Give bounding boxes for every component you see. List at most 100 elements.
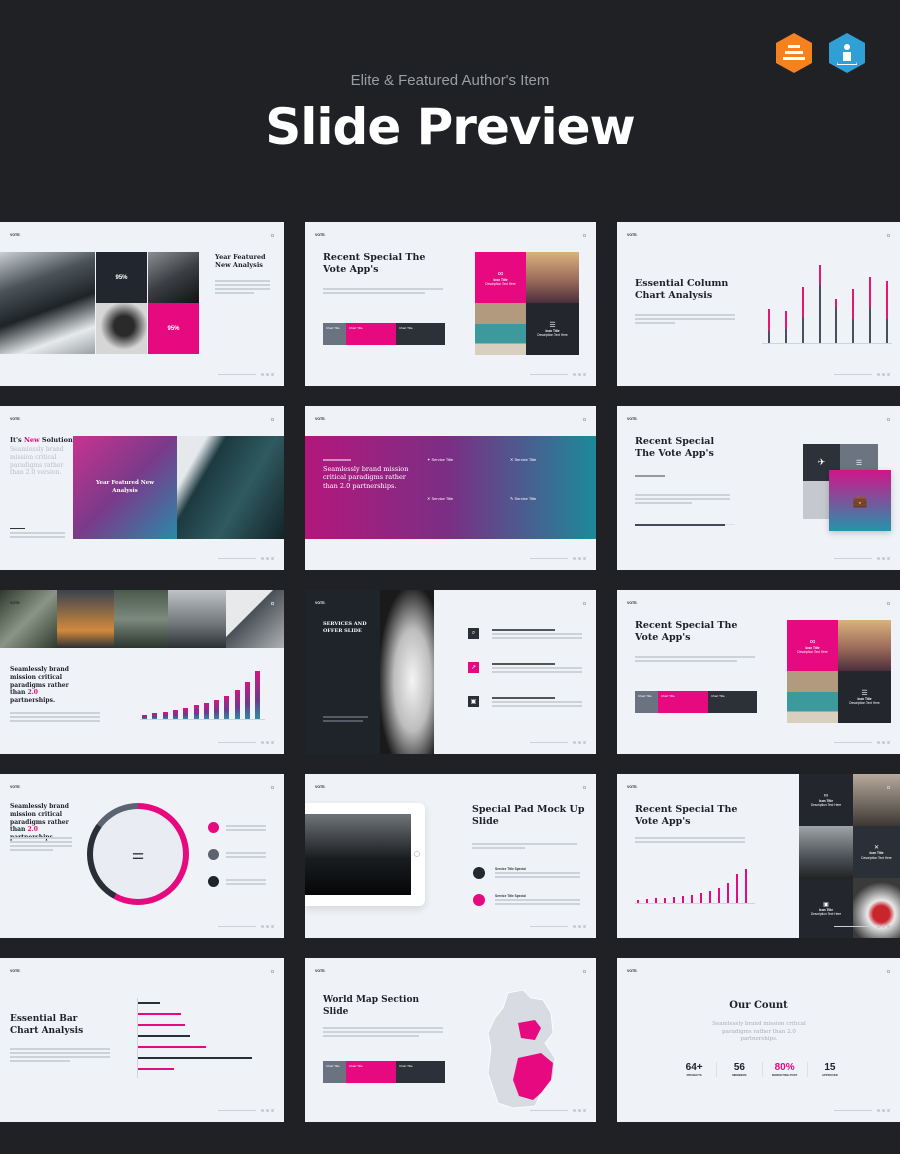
slide-bar-growth[interactable]: Seamlessly brand mission critical paradi… <box>0 590 284 754</box>
social-icon <box>583 925 586 928</box>
link-icon: ∞ <box>809 636 816 646</box>
small-bar <box>673 896 675 903</box>
car-photo <box>0 252 95 354</box>
page-title: Slide Preview <box>265 98 635 156</box>
social-icon <box>271 373 274 376</box>
slide-title: Seamlessly brand mission critical paradi… <box>10 666 69 705</box>
slide-bar-chart[interactable]: Essential Bar Chart Analysis VOTE. <box>0 958 284 1122</box>
social-icon <box>877 925 880 928</box>
slide-new-solutions[interactable]: It's New Solutions Seamlessly brand miss… <box>0 406 284 570</box>
search-icon[interactable]: ⌕ <box>468 628 479 639</box>
box-icon[interactable]: ▣ <box>468 696 479 707</box>
slide-title: Recent Special The Vote App's <box>635 620 738 644</box>
icon-tile-dark: ∞ Icon Title Description Text Here <box>799 774 853 826</box>
column-bar-base <box>801 317 804 343</box>
slide-number-icon <box>887 970 890 973</box>
brand-logo: VOTE. <box>627 601 638 605</box>
brand-logo: VOTE. <box>315 417 326 421</box>
social-icon <box>887 741 890 744</box>
slide-footer <box>834 1109 890 1112</box>
service-item: ✕ Service Title <box>510 457 537 462</box>
brand-logo: VOTE. <box>315 601 326 605</box>
slide-title: Our Count <box>729 1000 788 1011</box>
stats-row: 64+ PROJECTS 56 MEMBERS 80% MARKETING POST … <box>672 1062 852 1077</box>
slide-title: Essential Column Chart Analysis <box>635 278 729 302</box>
slide-ring[interactable]: Seamlessly brand mission critical paradi… <box>0 774 284 938</box>
social-icon <box>887 557 890 560</box>
slide-number-icon <box>271 970 274 973</box>
icon-tile-dark: ✕ Icon Title Description Text Here <box>853 826 900 878</box>
woman-photo <box>96 303 147 354</box>
chart-icon[interactable]: ↗ <box>468 662 479 673</box>
slide-title: Recent Special The Vote App's <box>635 436 715 460</box>
service-title: Service Title Special <box>495 867 526 871</box>
street-photo <box>799 826 853 879</box>
small-bar <box>691 894 693 903</box>
growth-bar <box>152 712 158 719</box>
slide-pad-mockup[interactable]: Special Pad Mock Up Slide Service Title … <box>305 774 596 938</box>
slide-services-band[interactable]: Seamlessly brand mission critical paradi… <box>305 406 596 570</box>
header-subtitle: Elite & Featured Author's Item <box>350 72 550 89</box>
column-bar-base <box>886 319 888 343</box>
slide-footer <box>218 557 274 560</box>
column-bar-base <box>852 319 855 343</box>
horizontal-bar <box>138 1002 161 1004</box>
slide-number-icon <box>271 234 274 237</box>
social-icon <box>266 925 269 928</box>
segment-bar: Chart Title Chart Title Chart Title <box>635 691 757 713</box>
slide-footer <box>834 373 890 376</box>
brand-logo: VOTE. <box>627 785 638 789</box>
social-icon <box>573 925 576 928</box>
slide-world-map[interactable]: World Map Section Slide Chart Title Char… <box>305 958 596 1122</box>
dark-panel <box>305 590 380 754</box>
slide-footer <box>530 925 586 928</box>
van-photo <box>787 671 838 723</box>
tablet-screen-photo <box>305 814 411 895</box>
small-bar <box>718 887 720 903</box>
slide-number-icon <box>887 234 890 237</box>
social-icon <box>877 741 880 744</box>
small-bar <box>745 869 747 903</box>
sliders-icon: ☰ <box>549 321 556 329</box>
slide-number-icon <box>583 602 586 605</box>
slide-services-offer[interactable]: SERVICES AND OFFER SLIDE ⌕ ↗ ▣ VOTE. <box>305 590 596 754</box>
germany-map <box>487 989 556 1109</box>
brand-logo: VOTE. <box>627 417 638 421</box>
slide-recent-special-1[interactable]: Recent Special The Vote App's Chart Titl… <box>305 222 596 386</box>
social-icon <box>887 1109 890 1112</box>
bar-segment: Chart Title <box>346 323 396 345</box>
building-photo <box>226 590 284 648</box>
growth-bar <box>214 700 220 719</box>
slide-recent-special-4[interactable]: Recent Special The Vote App's ∞ Icon Tit… <box>617 774 900 938</box>
bar-segment: Chart Title <box>346 1061 396 1083</box>
ring-chart: ⚌ <box>87 803 189 905</box>
social-icon <box>578 373 581 376</box>
service-item: ✕ Service Title <box>427 496 454 501</box>
slide-column-chart[interactable]: Essential Column Chart Analysis VOTE. <box>617 222 900 386</box>
horizontal-bar-chart <box>137 998 267 1078</box>
slide-recent-special-3[interactable]: Recent Special The Vote App's Chart Titl… <box>617 590 900 754</box>
slide-title: SERVICES AND OFFER SLIDE <box>323 621 367 634</box>
horizontal-bar <box>138 1035 190 1037</box>
slide-footer <box>834 925 890 928</box>
horizontal-bar <box>138 1013 181 1015</box>
slide-footer <box>530 1109 586 1112</box>
slide-title: Year Featured New Analysis <box>215 253 266 270</box>
slide-our-count[interactable]: Our Count Seamlessly brand mission criti… <box>617 958 900 1122</box>
band-text: Seamlessly brand mission critical paradi… <box>323 465 409 490</box>
slide-number-icon <box>887 602 890 605</box>
horizontal-bar <box>138 1057 253 1059</box>
slide-year-featured[interactable]: 95% 95% Year Featured New Analysis VOTE. <box>0 222 284 386</box>
link-icon: ∞ <box>497 268 504 278</box>
van-photo <box>475 303 526 355</box>
slide-number-icon <box>583 786 586 789</box>
slide-footer <box>218 373 274 376</box>
social-icon <box>271 741 274 744</box>
social-icon <box>578 557 581 560</box>
map-region-highlight <box>513 1053 553 1100</box>
slide-recent-special-2[interactable]: Recent Special The Vote App's ✈ ☰ 💼 VOTE… <box>617 406 900 570</box>
social-icon <box>573 373 576 376</box>
crane-photo <box>838 620 891 671</box>
social-icon <box>266 741 269 744</box>
small-bar <box>637 899 639 903</box>
